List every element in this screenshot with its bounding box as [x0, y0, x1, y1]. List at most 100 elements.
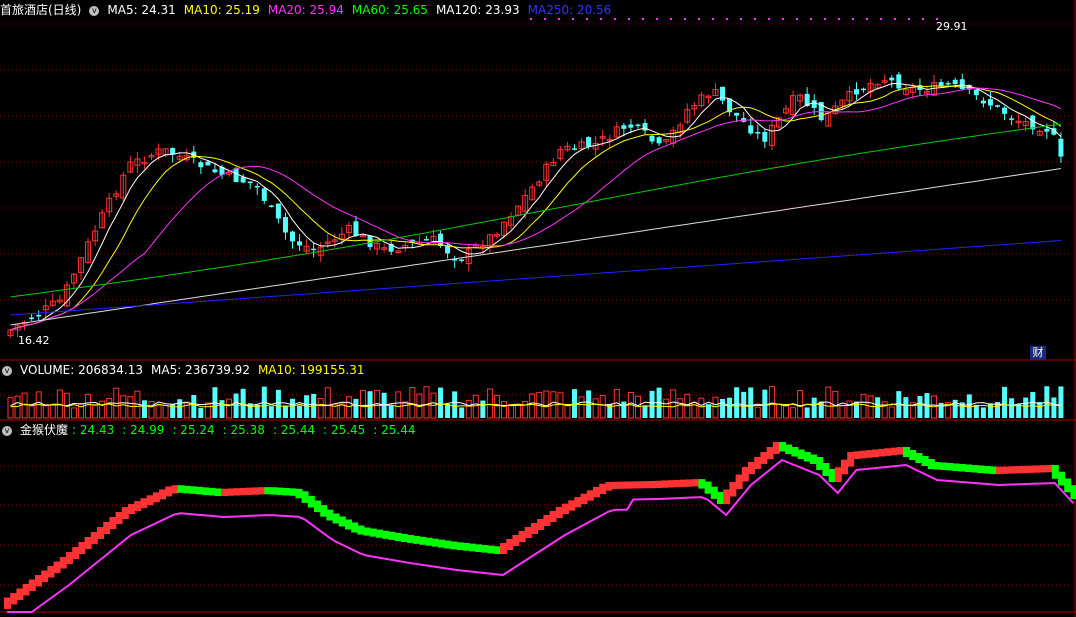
chevron-down-icon[interactable]: v	[2, 425, 12, 436]
volume-bar-up	[522, 400, 529, 419]
indicator-step	[400, 533, 408, 542]
indicator-step	[345, 519, 352, 530]
indicator-step	[270, 487, 278, 495]
indicator-step	[531, 523, 538, 534]
stock-title: 首旅酒店(日线)	[0, 3, 82, 17]
volume-bar-up	[317, 398, 324, 419]
signal-dot	[838, 18, 840, 20]
indicator-step	[586, 490, 594, 501]
indicator-step	[940, 462, 948, 470]
indicator-step	[301, 491, 309, 503]
chevron-down-icon[interactable]: v	[89, 5, 100, 16]
indicator-step	[444, 540, 452, 549]
signal-dot	[880, 18, 882, 20]
candle-down	[938, 82, 944, 86]
candle-down	[438, 233, 444, 246]
indicator-step	[227, 488, 235, 496]
ma-legend-item-1: MA10: 25.19	[183, 3, 260, 17]
indicator-step	[797, 449, 805, 459]
indicator-value-5: : 25.45	[323, 423, 366, 437]
low-price-label: 16.42	[18, 334, 50, 347]
indicator-step	[996, 466, 1003, 474]
ma-legend: MA5: 24.31 MA10: 25.19 MA20: 25.94 MA60: 25…	[107, 3, 619, 17]
indicator-step	[779, 442, 786, 452]
volume-bar-down	[621, 401, 627, 418]
indicator-step	[53, 561, 61, 573]
indicator-step	[134, 501, 142, 512]
indicator-step	[500, 543, 507, 554]
volume-bar-down	[282, 406, 288, 418]
volume-bar-down	[240, 388, 246, 418]
candle-down	[282, 217, 288, 233]
indicator-step	[369, 528, 377, 537]
candle-down	[649, 135, 655, 142]
indicator-step	[673, 479, 681, 488]
volume-bar-up	[226, 398, 233, 419]
indicator-step	[785, 444, 793, 454]
candle-down	[212, 169, 218, 173]
volume-bar-down	[198, 407, 204, 418]
candle-down	[628, 124, 634, 128]
candle-down	[854, 89, 859, 95]
volume-bar-up	[155, 404, 162, 419]
volume-bar-down	[438, 387, 444, 418]
volume-bar-up	[409, 387, 416, 419]
indicator-step	[1039, 465, 1047, 473]
indicator-step	[859, 450, 867, 459]
indicator-step	[915, 453, 923, 463]
indicator-step	[332, 513, 340, 524]
volume-bar-up	[508, 404, 515, 419]
volume-bar-up	[127, 396, 134, 419]
indicator-step	[655, 480, 662, 488]
volume-bar-up	[578, 396, 585, 419]
indicator-step	[221, 488, 228, 496]
volume-bar-down	[1037, 401, 1043, 418]
indicator-step	[524, 527, 532, 538]
indicator-step	[605, 481, 613, 491]
indicator-value-1: : 24.99	[122, 423, 165, 437]
volume-bar-up	[204, 402, 211, 419]
indicator-step	[828, 469, 836, 482]
indicator-step	[28, 579, 36, 591]
indicator-step	[574, 497, 582, 508]
chart-canvas[interactable]	[0, 0, 1076, 617]
indicator-step	[816, 457, 824, 470]
chevron-down-icon[interactable]: v	[2, 365, 12, 376]
indicator-step	[456, 542, 464, 550]
finance-badge[interactable]: 财	[1030, 346, 1046, 360]
volume-bar-up	[338, 403, 345, 419]
indicator-step	[698, 479, 706, 489]
indicator-step	[276, 487, 284, 495]
volume-bar-up	[465, 399, 472, 419]
indicator-step	[165, 486, 173, 497]
indicator-step	[84, 537, 92, 549]
indicator-step	[741, 467, 749, 482]
indicator-step	[159, 489, 166, 500]
indicator-step	[667, 480, 675, 488]
volume-legend-item-0: VOLUME: 206834.13	[20, 363, 143, 377]
volume-bar-up	[557, 392, 564, 419]
volume-bar-up	[501, 401, 507, 419]
volume-bar-down	[1016, 404, 1022, 418]
indicator-step	[78, 542, 86, 554]
indicator-step	[884, 448, 892, 456]
candle-down	[205, 161, 211, 166]
signal-dot	[642, 18, 644, 20]
indicator-step	[146, 495, 154, 506]
volume-bar-down	[649, 390, 655, 418]
volume-bar-down	[720, 398, 726, 418]
candle-down	[720, 86, 726, 101]
candle-down	[656, 137, 662, 144]
volume-bar-down	[268, 406, 274, 418]
volume-bar-down	[762, 389, 768, 418]
volume-bar-up	[712, 396, 719, 419]
indicator-step	[1033, 465, 1041, 473]
signal-dot	[670, 18, 672, 20]
indicator-step	[103, 522, 111, 534]
indicator-step	[909, 450, 917, 460]
indicator-step	[543, 515, 551, 526]
signal-dot	[768, 18, 770, 20]
volume-bar-down	[642, 405, 648, 418]
indicator-step	[1008, 466, 1016, 474]
candle-down	[987, 99, 993, 106]
